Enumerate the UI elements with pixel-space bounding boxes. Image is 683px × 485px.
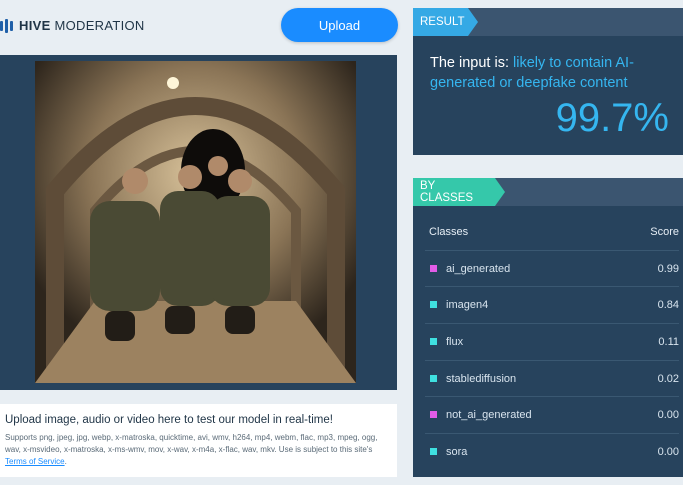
image-preview-panel — [0, 55, 397, 390]
class-row: imagen4 0.84 — [425, 286, 679, 322]
class-name: sora — [446, 445, 468, 458]
class-name: not_ai_generated — [446, 408, 532, 421]
class-color-swatch — [430, 448, 437, 455]
upload-button[interactable]: Upload — [281, 8, 398, 42]
class-row: sora 0.00 — [425, 433, 679, 469]
class-score: 0.02 — [657, 372, 679, 385]
class-row: flux 0.11 — [425, 323, 679, 359]
brand-name: HIVE MODERATION — [19, 18, 145, 33]
upload-info: Upload image, audio or video here to tes… — [0, 404, 397, 477]
class-color-swatch — [430, 375, 437, 382]
result-tag: RESULT — [413, 8, 478, 36]
hive-moderation-logo[interactable]: HIVE MODERATION — [0, 18, 145, 33]
class-row: not_ai_generated 0.00 — [425, 396, 679, 432]
supported-formats: Supports png, jpeg, jpg, webp, x-matrosk… — [5, 433, 378, 466]
hive-logo-icon — [0, 18, 13, 33]
class-name: ai_generated — [446, 262, 511, 275]
upload-instructions: Upload image, audio or video here to tes… — [5, 414, 333, 426]
class-score: 0.00 — [657, 408, 679, 421]
class-color-swatch — [430, 411, 437, 418]
class-color-swatch — [430, 265, 437, 272]
class-name: flux — [446, 335, 464, 348]
classes-table-header: Classes Score — [429, 226, 679, 238]
result-panel: RESULT The input is: likely to contain A… — [413, 8, 683, 155]
class-score: 0.00 — [657, 445, 679, 458]
classes-header: BY CLASSES — [413, 178, 683, 206]
class-color-swatch — [430, 338, 437, 345]
class-score: 0.84 — [657, 298, 679, 311]
class-row: stablediffusion 0.02 — [425, 360, 679, 396]
class-color-swatch — [430, 301, 437, 308]
terms-of-service-link[interactable]: Terms of Service — [5, 457, 65, 466]
classes-panel: BY CLASSES Classes Score ai_generated 0.… — [413, 178, 683, 477]
score-column-header: Score — [650, 226, 679, 238]
classes-column-header: Classes — [429, 226, 469, 238]
verdict-text: The input is: likely to contain AI-gener… — [430, 55, 634, 91]
class-name: stablediffusion — [446, 372, 517, 385]
class-name: imagen4 — [446, 298, 489, 311]
uploaded-image-illustration — [35, 61, 356, 383]
uploaded-image — [35, 61, 356, 383]
class-row: ai_generated 0.99 — [425, 250, 679, 286]
overall-score: 99.7% — [555, 96, 669, 140]
class-score: 0.99 — [657, 262, 679, 275]
class-score: 0.11 — [658, 335, 679, 348]
by-classes-tag: BY CLASSES — [413, 178, 505, 206]
result-header: RESULT — [413, 8, 683, 36]
